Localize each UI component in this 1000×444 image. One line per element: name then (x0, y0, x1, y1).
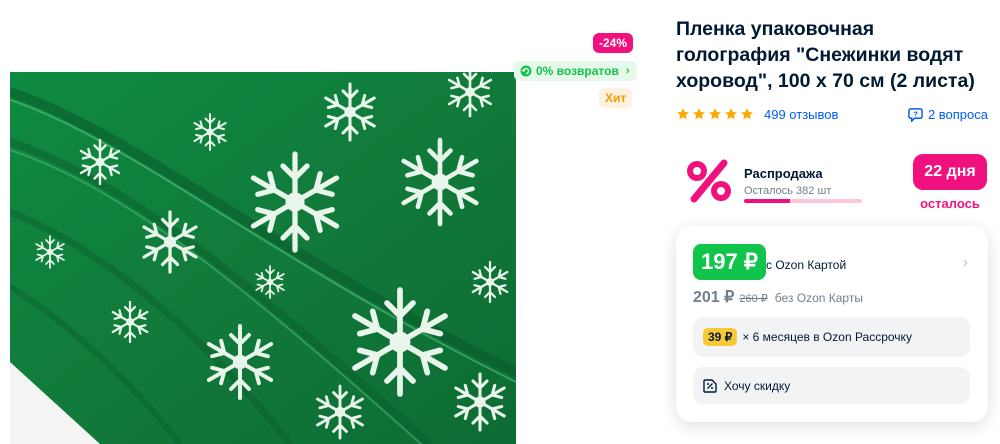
rating-stars[interactable] (676, 107, 754, 121)
sale-title: Распродажа (744, 166, 823, 181)
questions-link[interactable]: ? 2 вопроса (908, 107, 988, 122)
sale-progress-fill (744, 199, 791, 203)
chevron-right-icon[interactable]: › (963, 254, 968, 272)
star-icon (693, 108, 705, 120)
installment-amount: 39 ₽ (703, 328, 738, 346)
product-image[interactable] (10, 72, 516, 444)
snowflake-wrap-illustration (10, 72, 516, 444)
return-arrow-icon (520, 65, 532, 77)
product-page: -24% 0% возвратов › Хит Пленка упаковочн… (0, 0, 1000, 444)
ozon-card-caption: с Ozon Картой (766, 258, 847, 272)
without-card-caption: без Ozon Карты (774, 291, 863, 305)
discount-tag-icon (703, 378, 717, 393)
installment-text: × 6 месяцев в Ozon Рассрочку (742, 330, 912, 344)
old-price: 260 ₽ (739, 293, 768, 305)
regular-price-row: 201 ₽ 260 ₽ без Ozon Карты (693, 287, 863, 307)
regular-price: 201 ₽ (693, 289, 735, 306)
sale-progress-bar (744, 199, 862, 203)
want-discount-button[interactable]: Хочу скидку (693, 367, 970, 404)
ozon-card-price: 197 ₽ (693, 244, 766, 280)
returns-badge-label: 0% возвратов (536, 64, 619, 78)
rating-row: 499 отзывов ? 2 вопроса (676, 104, 988, 124)
days-left-caption: осталось (920, 196, 980, 211)
star-icon (741, 108, 753, 120)
price-card[interactable]: 197 ₽ с Ozon Картой › 201 ₽ 260 ₽ без Oz… (676, 226, 988, 422)
days-left-badge: 22 дня (913, 154, 987, 190)
chevron-right-icon: › (625, 65, 630, 77)
want-discount-label: Хочу скидку (724, 378, 791, 393)
svg-text:?: ? (913, 109, 918, 118)
star-icon (677, 108, 689, 120)
star-icon (709, 108, 721, 120)
percent-sale-icon (687, 159, 731, 203)
installment-offer[interactable]: 39 ₽ × 6 месяцев в Ozon Рассрочку (693, 317, 970, 357)
hit-badge: Хит (599, 88, 633, 108)
star-icon (725, 108, 737, 120)
question-bubble-icon: ? (908, 107, 923, 122)
discount-badge: -24% (593, 33, 634, 53)
product-title: Пленка упаковочная голография "Снежинки … (676, 18, 975, 92)
reviews-link[interactable]: 499 отзывов (764, 107, 838, 122)
sale-remaining: Осталось 382 шт (744, 185, 832, 197)
returns-badge[interactable]: 0% возвратов › (514, 61, 637, 81)
questions-label: 2 вопроса (927, 106, 988, 122)
